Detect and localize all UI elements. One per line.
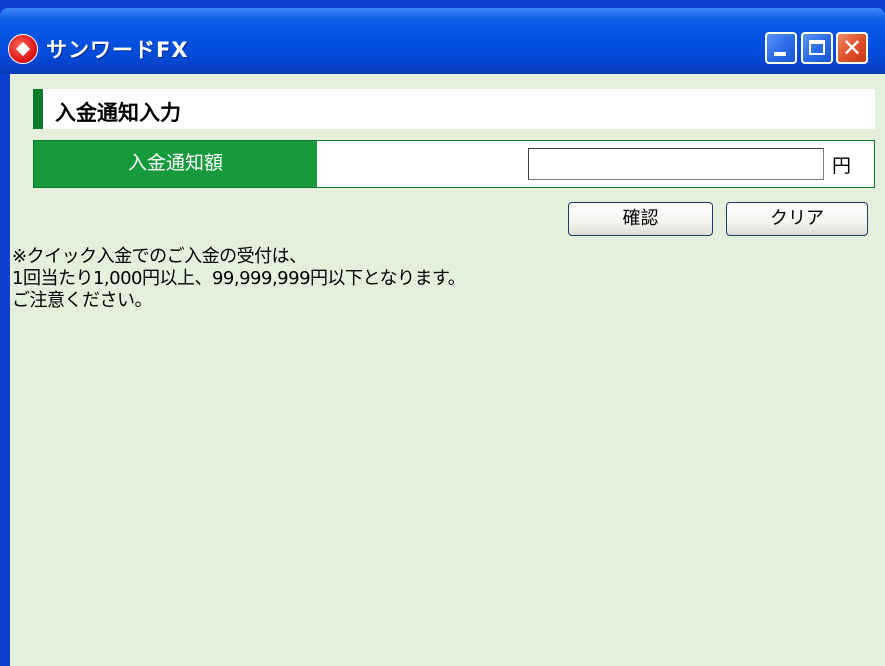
notice-line: 1回当たり1,000円以上、99,999,999円以下となります。 bbox=[12, 268, 466, 289]
clear-button[interactable]: クリア bbox=[726, 202, 868, 236]
confirm-button[interactable]: 確認 bbox=[568, 202, 713, 236]
section-title: 入金通知入力 bbox=[55, 101, 181, 125]
notice-text: ※クイック入金でのご入金の受付は、 1回当たり1,000円以上、99,999,9… bbox=[12, 246, 466, 312]
window-title: サンワードFX bbox=[46, 38, 189, 62]
notice-line: ご注意ください。 bbox=[12, 290, 153, 311]
app-window: サンワードFX ✕ 入金通知入力 入金通知額 円 確認 クリア ※クイック入金で… bbox=[0, 0, 885, 666]
section-header: 入金通知入力 bbox=[33, 89, 875, 129]
app-logo-icon bbox=[8, 34, 38, 64]
amount-unit: 円 bbox=[832, 155, 852, 177]
minimize-button[interactable] bbox=[765, 32, 797, 64]
close-icon: ✕ bbox=[841, 34, 863, 62]
close-button[interactable]: ✕ bbox=[836, 32, 868, 64]
section-header-accent-bar bbox=[33, 89, 43, 129]
maximize-button[interactable] bbox=[801, 32, 833, 64]
amount-form-row: 入金通知額 円 bbox=[33, 140, 875, 188]
amount-label: 入金通知額 bbox=[34, 141, 317, 187]
minimize-icon bbox=[774, 52, 786, 56]
title-bar[interactable]: サンワードFX ✕ bbox=[0, 8, 885, 74]
amount-input[interactable] bbox=[528, 148, 824, 180]
notice-line: ※クイック入金でのご入金の受付は、 bbox=[12, 246, 307, 267]
client-area: 入金通知入力 入金通知額 円 確認 クリア ※クイック入金でのご入金の受付は、 … bbox=[10, 74, 885, 666]
maximize-icon bbox=[809, 40, 825, 55]
